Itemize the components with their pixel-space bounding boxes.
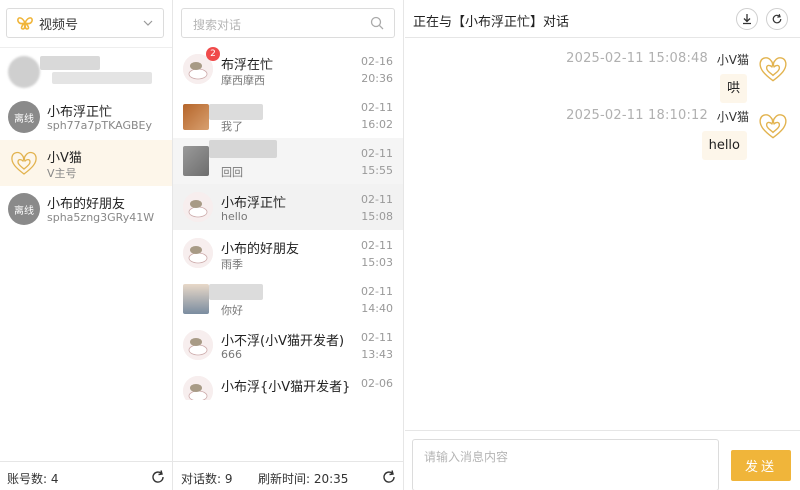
conversation-time: 14:40 bbox=[361, 302, 393, 315]
conversation-date: 02-11 bbox=[361, 193, 393, 206]
conversation-name: 布浮在忙 bbox=[221, 58, 274, 73]
refresh-icon[interactable] bbox=[381, 469, 397, 485]
offline-avatar: 离线 bbox=[8, 101, 40, 133]
conversation-date: 02-11 bbox=[361, 331, 393, 344]
heart-logo-avatar bbox=[759, 114, 787, 139]
message-time: 2025-02-11 18:10:12 bbox=[566, 108, 708, 123]
conversation-time: 13:43 bbox=[361, 348, 393, 361]
blurred-avatar bbox=[183, 284, 209, 314]
conversation-count: 对话数: 9 bbox=[181, 472, 233, 486]
conversation-time: 16:02 bbox=[361, 118, 393, 131]
conversation-time: 15:08 bbox=[361, 210, 393, 223]
conversation-name: 小布的好朋友 bbox=[221, 242, 300, 257]
conversation-item[interactable]: 小布的好朋友 雨季 02-11 15:03 bbox=[173, 230, 403, 276]
account-list: 离线 小布浮正忙 sph77a7pTKAGBEy 小V猫 V主号 离线 小布的好… bbox=[0, 47, 172, 232]
conversation-item[interactable]: 我了 02-11 16:02 bbox=[173, 92, 403, 138]
conversation-item-selected[interactable]: 小布浮正忙 hello 02-11 15:08 bbox=[173, 184, 403, 230]
heart-logo-avatar bbox=[11, 151, 37, 175]
conversation-item[interactable]: 2 布浮在忙 摩西摩西 02-16 20:36 bbox=[173, 46, 403, 92]
search-box[interactable]: 搜索对话 bbox=[181, 8, 395, 38]
conversation-date: 02-11 bbox=[361, 285, 393, 298]
blurred-name bbox=[209, 140, 277, 158]
conversation-date: 02-06 bbox=[361, 377, 393, 390]
blurred-sub bbox=[52, 72, 152, 84]
conversation-preview: 我了 bbox=[221, 120, 243, 133]
butterfly-icon bbox=[17, 17, 33, 30]
accounts-footer: 账号数: 4 bbox=[0, 461, 172, 490]
blurred-avatar bbox=[8, 56, 40, 88]
conversation-list: 2 布浮在忙 摩西摩西 02-16 20:36 我了 02-11 16:02 回… bbox=[173, 46, 403, 400]
heart-logo-avatar bbox=[759, 57, 787, 82]
blurred-name bbox=[40, 56, 100, 70]
conversations-footer: 对话数: 9 刷新时间: 20:35 bbox=[173, 461, 403, 490]
account-id: spha5zng3GRy41W bbox=[47, 211, 155, 224]
unread-badge: 2 bbox=[206, 47, 220, 61]
message-sender: 小V猫 bbox=[716, 53, 749, 67]
conversation-preview: 摩西摩西 bbox=[221, 74, 265, 87]
account-id: V主号 bbox=[47, 167, 77, 180]
blurred-name bbox=[209, 284, 263, 300]
send-button[interactable]: 发送 bbox=[731, 450, 791, 481]
download-icon bbox=[743, 14, 751, 25]
conversation-name: 小布浮{小V猫开发者} bbox=[221, 380, 351, 395]
account-item[interactable] bbox=[0, 48, 172, 94]
platform-name: 视频号 bbox=[39, 17, 79, 33]
account-id: sph77a7pTKAGBEy bbox=[47, 119, 153, 132]
conversation-preview: hello bbox=[221, 210, 248, 223]
chat-panel: 正在与【小布浮正忙】对话 2025-02-11 15:08:48 小V猫 哄 2… bbox=[405, 0, 800, 490]
offline-avatar: 离线 bbox=[8, 193, 40, 225]
refresh-icon bbox=[772, 13, 782, 24]
conversation-preview: 你好 bbox=[221, 304, 243, 317]
account-item[interactable]: 离线 小布浮正忙 sph77a7pTKAGBEy bbox=[0, 94, 172, 140]
conversation-item[interactable]: 回回 02-11 15:55 bbox=[173, 138, 403, 184]
cat-avatar bbox=[183, 192, 213, 222]
accounts-panel: 视频号 离线 小布浮正忙 sph77a7pTKAGBEy 小V猫 V主号 离线 bbox=[0, 0, 173, 490]
account-item[interactable]: 离线 小布的好朋友 spha5zng3GRy41W bbox=[0, 186, 172, 232]
chat-title: 正在与【小布浮正忙】对话 bbox=[413, 15, 570, 30]
message-bubble: 哄 bbox=[719, 74, 747, 103]
blurred-avatar bbox=[183, 146, 209, 176]
chat-header: 正在与【小布浮正忙】对话 bbox=[405, 0, 800, 38]
cat-avatar bbox=[183, 330, 213, 360]
account-item-selected[interactable]: 小V猫 V主号 bbox=[0, 140, 172, 186]
conversation-item[interactable]: 小布浮{小V猫开发者} 02-06 bbox=[173, 368, 403, 400]
conversation-date: 02-11 bbox=[361, 101, 393, 114]
platform-select[interactable]: 视频号 bbox=[6, 8, 164, 38]
cat-avatar bbox=[183, 376, 213, 400]
conversation-item[interactable]: 小不浮(小V猫开发者) 666 02-11 13:43 bbox=[173, 322, 403, 368]
conversation-item[interactable]: 你好 02-11 14:40 bbox=[173, 276, 403, 322]
message-sender: 小V猫 bbox=[716, 110, 749, 124]
conversation-time: 15:03 bbox=[361, 256, 393, 269]
refresh-icon[interactable] bbox=[150, 469, 166, 485]
conversation-preview: 雨季 bbox=[221, 258, 243, 271]
account-name: 小布浮正忙 bbox=[47, 105, 113, 120]
message-bubble: hello bbox=[701, 131, 747, 160]
blurred-avatar bbox=[183, 104, 209, 130]
account-name: 小布的好朋友 bbox=[47, 197, 126, 212]
chat-message: 2025-02-11 18:10:12 小V猫 hello bbox=[414, 108, 794, 160]
message-time: 2025-02-11 15:08:48 bbox=[566, 51, 708, 66]
download-button[interactable] bbox=[736, 8, 758, 30]
conversation-time: 15:55 bbox=[361, 164, 393, 177]
conversation-date: 02-11 bbox=[361, 239, 393, 252]
cat-avatar bbox=[183, 238, 213, 268]
refresh-time: 刷新时间: 20:35 bbox=[258, 472, 349, 486]
chevron-down-icon bbox=[143, 20, 153, 26]
search-icon[interactable] bbox=[370, 16, 384, 30]
chat-message: 2025-02-11 15:08:48 小V猫 哄 bbox=[414, 51, 794, 103]
input-area: 发送 bbox=[405, 430, 800, 490]
conversation-date: 02-11 bbox=[361, 147, 393, 160]
conversation-name: 小不浮(小V猫开发者) bbox=[221, 334, 345, 349]
conversation-time: 20:36 bbox=[361, 72, 393, 85]
conversations-panel: 搜索对话 2 布浮在忙 摩西摩西 02-16 20:36 我了 02-11 16… bbox=[173, 0, 404, 490]
conversation-preview: 666 bbox=[221, 348, 242, 361]
conversation-name: 小布浮正忙 bbox=[221, 196, 287, 211]
conversation-date: 02-16 bbox=[361, 55, 393, 68]
message-input[interactable] bbox=[412, 439, 719, 490]
account-count: 账号数: 4 bbox=[7, 472, 59, 486]
conversation-preview: 回回 bbox=[221, 166, 243, 179]
account-name: 小V猫 bbox=[47, 151, 82, 166]
refresh-button[interactable] bbox=[766, 8, 788, 30]
search-input[interactable]: 搜索对话 bbox=[193, 16, 241, 33]
